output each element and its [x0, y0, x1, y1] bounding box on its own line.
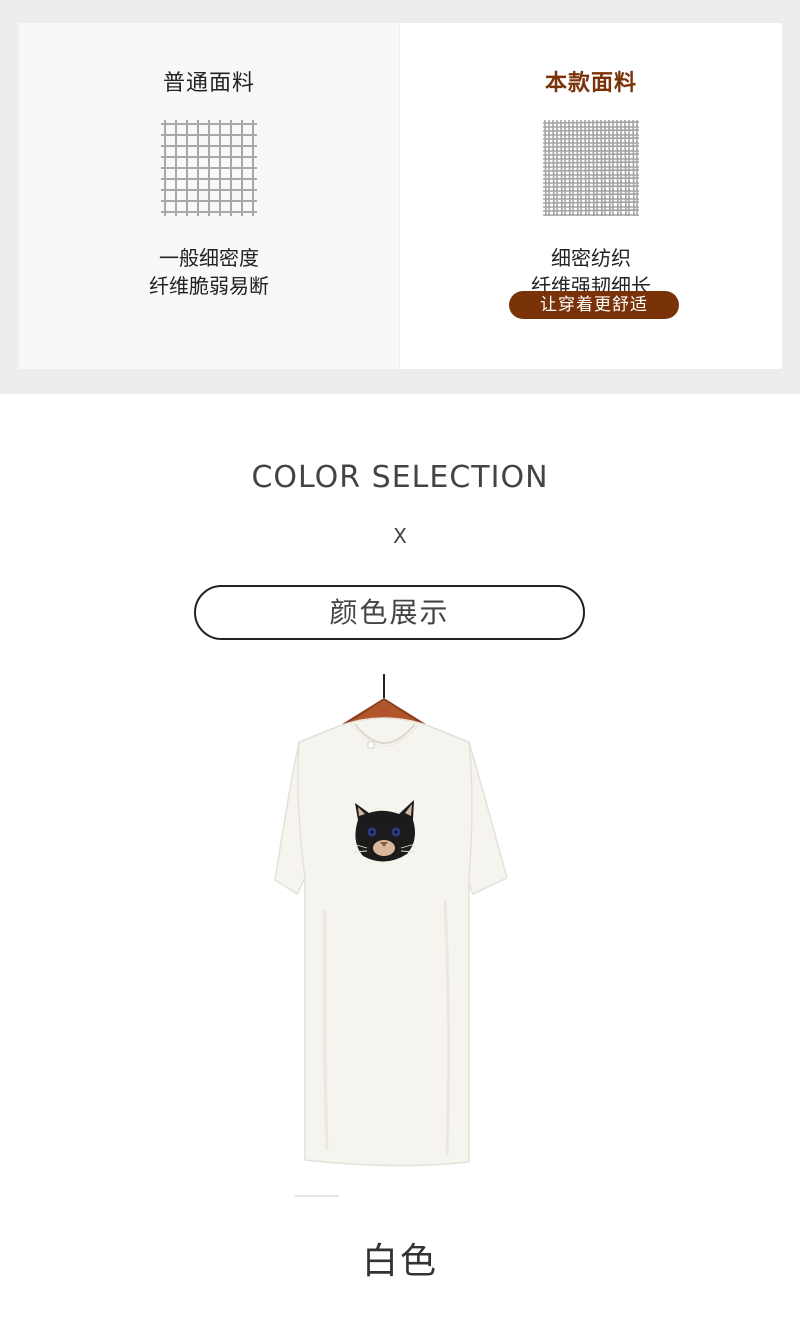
normal-desc-line2: 纤维脆弱易断	[149, 274, 269, 298]
comfort-badge: 让穿着更舒适	[509, 291, 679, 319]
white-cat-tshirt-image	[274, 674, 508, 1197]
dense-weave-icon	[543, 120, 639, 216]
featured-fabric-title: 本款面料	[544, 71, 637, 96]
loose-weave-icon	[161, 120, 257, 216]
featured-desc-line1: 细密纺织	[551, 246, 631, 270]
color-name-label: 白色	[361, 1241, 438, 1282]
normal-fabric-title: 普通面料	[162, 71, 255, 96]
normal-fabric-panel: 普通面料 一般细密度 纤维脆弱易断	[19, 23, 399, 369]
color-display-label: 颜色展示	[194, 585, 585, 640]
heading-separator: X	[393, 524, 407, 548]
normal-desc-line1: 一般细密度	[159, 246, 259, 270]
fabric-comparison-section: 普通面料 一般细密度 纤维脆弱易断 本款面料 细密纺织 纤维强韧细长 让穿着更舒…	[0, 0, 800, 394]
normal-fabric-description: 一般细密度 纤维脆弱易断	[19, 244, 399, 300]
color-selection-heading: COLOR SELECTION	[251, 460, 549, 495]
